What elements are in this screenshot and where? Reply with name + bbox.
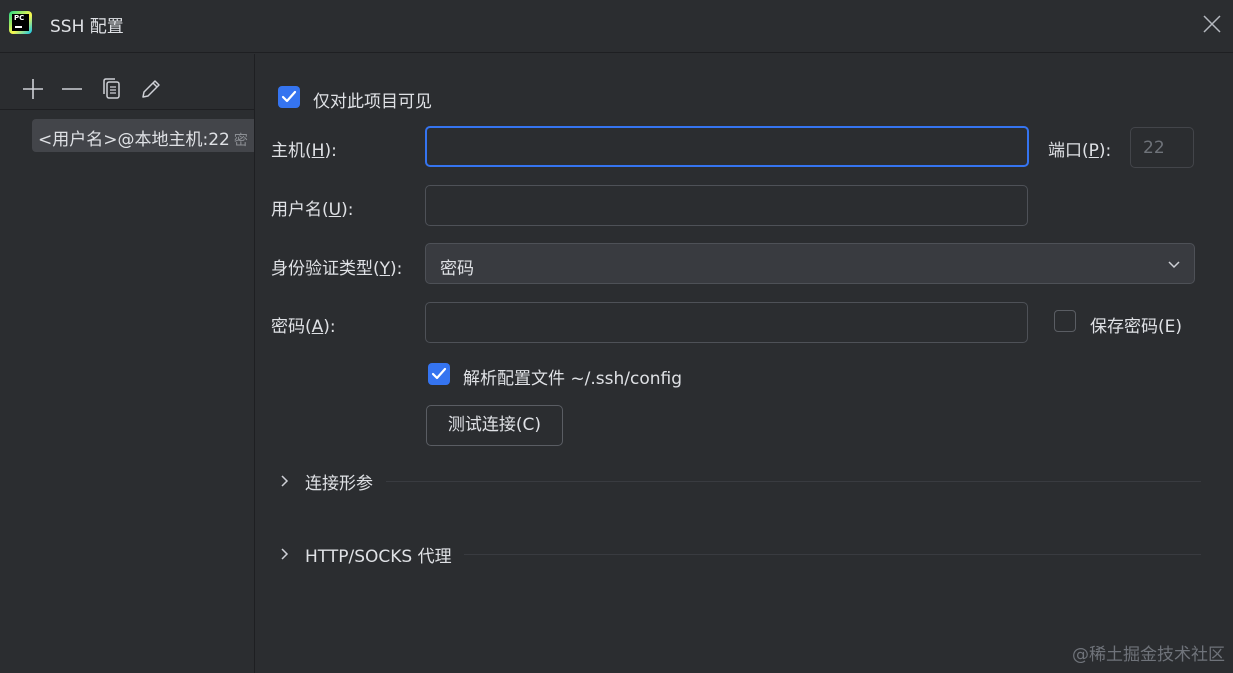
section-connection-params[interactable]: 连接形参: [276, 467, 1201, 497]
host-label: 主机(H):: [271, 136, 337, 161]
section-http-socks-proxy-title: HTTP/SOCKS 代理: [305, 547, 452, 567]
watermark: @稀土掘金技术社区: [1072, 645, 1225, 665]
section-divider: [464, 554, 1201, 555]
checkmark-icon: [431, 367, 447, 380]
password-input[interactable]: [425, 302, 1028, 343]
sidebar-item-title: <用户名>@本地主机:22: [38, 130, 230, 150]
close-icon: [1203, 15, 1221, 33]
host-label-prefix: 主机(: [271, 141, 312, 161]
username-label-suffix: ):: [341, 200, 354, 220]
username-input[interactable]: [425, 185, 1028, 226]
auth-type-value: 密码: [440, 259, 474, 279]
auth-type-select[interactable]: 密码: [425, 243, 1195, 284]
sidebar-toolbar: [0, 54, 254, 110]
title-bar: PC SSH 配置: [0, 0, 1233, 53]
section-http-socks-proxy[interactable]: HTTP/SOCKS 代理: [276, 540, 1201, 570]
port-label: 端口(P):: [1048, 136, 1111, 161]
sidebar: <用户名>@本地主机:22 密: [0, 54, 255, 673]
checkmark-icon: [281, 90, 297, 103]
add-icon: [23, 79, 43, 99]
copy-icon: [103, 78, 120, 99]
edit-button[interactable]: [140, 78, 162, 100]
pycharm-logo-icon: PC: [9, 11, 32, 34]
auth-type-label-prefix: 身份验证类型(: [271, 259, 380, 279]
window-title: SSH 配置: [50, 17, 124, 37]
chevron-right-icon: [281, 548, 289, 560]
edit-icon: [142, 80, 160, 98]
save-password-checkbox[interactable]: [1054, 310, 1076, 332]
password-label-suffix: ):: [323, 317, 336, 337]
copy-button[interactable]: [101, 78, 123, 100]
username-label: 用户名(U):: [271, 195, 353, 220]
remove-icon: [62, 88, 82, 90]
add-button[interactable]: [22, 78, 44, 100]
parse-config-checkbox[interactable]: [428, 363, 450, 385]
visible-only-project-checkbox[interactable]: [278, 86, 300, 108]
save-password-label: 保存密码(E): [1090, 317, 1183, 337]
section-divider: [386, 481, 1201, 482]
password-label-mnemonic: A: [311, 317, 324, 337]
auth-type-label: 身份验证类型(Y):: [271, 254, 402, 279]
port-label-mnemonic: P: [1088, 141, 1099, 161]
section-connection-params-title: 连接形参: [305, 474, 373, 494]
app-logo-text: PC: [14, 14, 25, 22]
auth-type-label-suffix: ):: [390, 259, 403, 279]
username-label-prefix: 用户名(: [271, 200, 329, 220]
parse-config-label: 解析配置文件 ~/.ssh/config: [463, 369, 683, 389]
close-button[interactable]: [1200, 12, 1224, 36]
sidebar-item-label: <用户名>@本地主机:22 密: [38, 125, 248, 150]
chevron-down-icon: [1168, 261, 1180, 269]
password-label-prefix: 密码(: [271, 317, 312, 337]
auth-type-label-mnemonic: Y: [379, 259, 391, 279]
test-connection-button[interactable]: 测试连接(C): [426, 405, 563, 446]
port-input[interactable]: [1130, 127, 1194, 168]
sidebar-item-ssh-config[interactable]: <用户名>@本地主机:22 密: [32, 119, 254, 152]
remove-button[interactable]: [61, 78, 83, 100]
sidebar-item-subtitle: 密: [233, 133, 248, 149]
ssh-config-form: 仅对此项目可见 主机(H): 端口(P): 用户名(U): 身份验证类型(Y):…: [256, 54, 1233, 673]
host-input[interactable]: [425, 126, 1029, 167]
port-label-suffix: ):: [1098, 141, 1112, 161]
password-label: 密码(A):: [271, 312, 336, 337]
host-label-mnemonic: H: [311, 141, 325, 161]
port-label-prefix: 端口(: [1048, 141, 1089, 161]
host-label-suffix: ):: [324, 141, 337, 161]
username-label-mnemonic: U: [328, 200, 342, 220]
visible-only-project-label: 仅对此项目可见: [313, 92, 432, 112]
chevron-right-icon: [281, 475, 289, 487]
